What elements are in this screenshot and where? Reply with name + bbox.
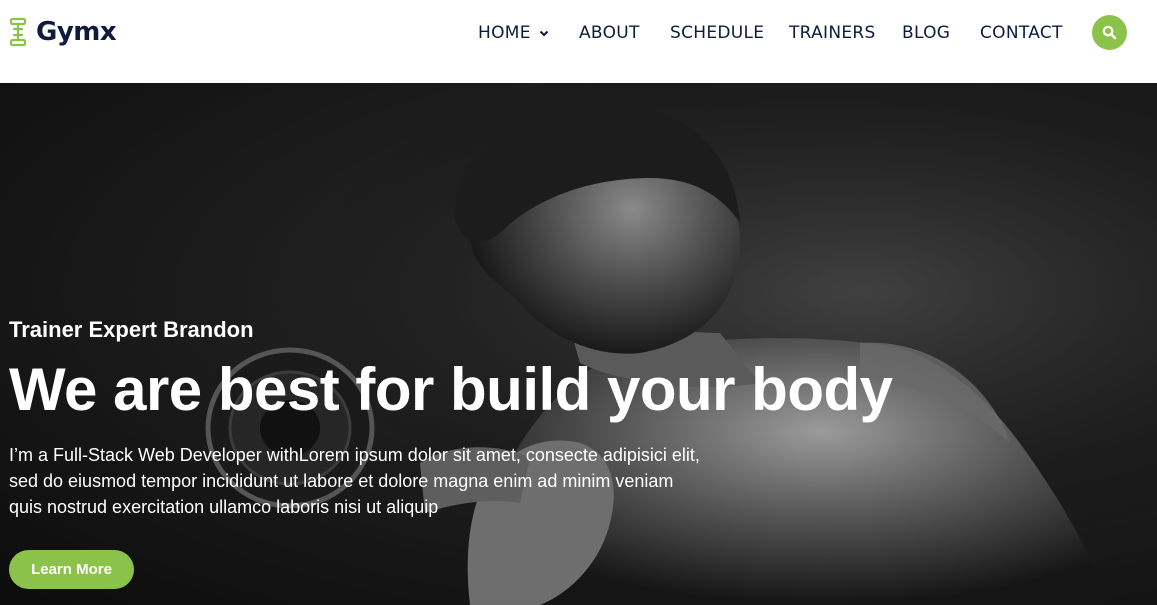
nav-item-blog[interactable]: BLOG xyxy=(902,23,950,43)
nav-item-trainers[interactable]: TRAINERS xyxy=(789,23,876,43)
nav-item-contact[interactable]: CONTACT xyxy=(980,23,1063,43)
hero-section: Trainer Expert Brandon We are best for b… xyxy=(0,83,1157,605)
hero-title: We are best for build your body xyxy=(9,356,893,423)
chevron-down-icon xyxy=(539,30,548,37)
hero-subtitle: Trainer Expert Brandon xyxy=(9,317,254,342)
hero-background-image xyxy=(0,83,1157,605)
hero-description-line: quis nostrud exercitation ullamco labori… xyxy=(9,497,439,517)
nav-item-home[interactable]: HOME xyxy=(478,23,550,43)
hero-description-line: I’m a Full-Stack Web Developer withLorem… xyxy=(9,445,700,465)
hero-description-line: sed do eiusmod tempor incididunt ut labo… xyxy=(9,471,674,491)
nav-item-schedule[interactable]: SCHEDULE xyxy=(670,23,764,43)
site-header: Gymx HOME ABOUT SCHEDULE TRAINERS BLOG C… xyxy=(0,0,1157,83)
nav-item-about[interactable]: ABOUT xyxy=(579,23,640,43)
search-icon xyxy=(1102,25,1117,40)
hero-description: I’m a Full-Stack Web Developer withLorem… xyxy=(9,442,729,520)
nav-item-label: TRAINERS xyxy=(789,23,876,43)
nav-item-label: BLOG xyxy=(902,23,951,43)
nav-item-label: SCHEDULE xyxy=(670,23,765,43)
nav-item-label: CONTACT xyxy=(980,23,1063,43)
nav-item-label: HOME xyxy=(478,23,531,43)
nav-item-label: ABOUT xyxy=(579,23,640,43)
search-button[interactable] xyxy=(1092,15,1127,50)
main-nav: HOME ABOUT SCHEDULE TRAINERS BLOG CONTAC… xyxy=(0,0,1157,83)
learn-more-button[interactable]: Learn More xyxy=(9,550,134,589)
